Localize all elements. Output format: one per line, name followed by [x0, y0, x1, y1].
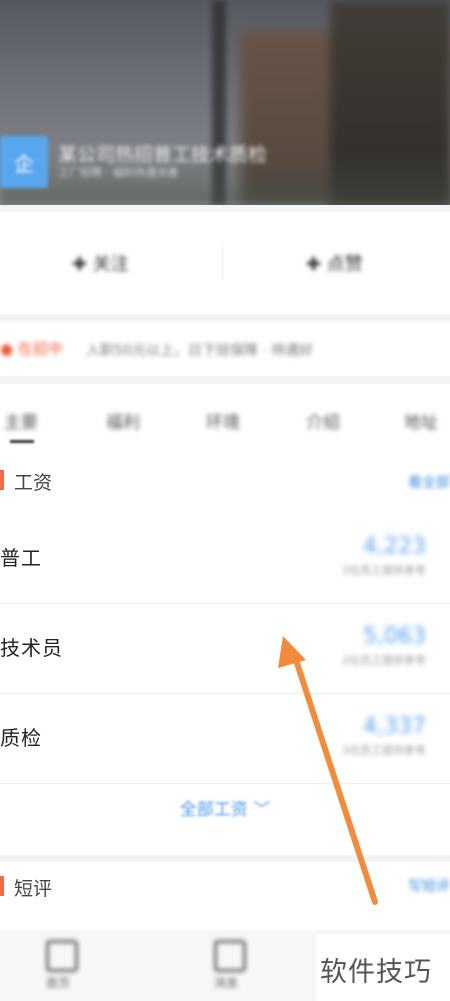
message-icon [214, 940, 246, 972]
salary-amount: 5,063 [363, 624, 426, 649]
action-divider [222, 246, 223, 280]
recruiting-notice[interactable]: ● 在招中 入职50元以上，日下班保障 · 待遇好 [0, 322, 450, 376]
tab-address[interactable]: 地址 [404, 408, 438, 433]
section-accent-mark [0, 876, 4, 896]
salary-section: 工资 看全部 普工 4,223 3位员工提供参考 技术员 5,063 2位员工提… [0, 450, 450, 855]
company-logo-char: 企 [14, 151, 34, 176]
job-title: 技术员 [0, 636, 63, 660]
salary-section-header: 工资 看全部 [0, 450, 450, 510]
action-bar: ✚ 关注 ✚ 点赞 [0, 212, 450, 314]
follow-button[interactable]: ✚ 关注 [72, 250, 129, 276]
nav-label: 消息 [213, 976, 238, 990]
faint-watermark: www.rjjq.cn [100, 895, 350, 928]
salary-note: 3位员工提供参考 [342, 744, 426, 757]
job-title: 普工 [0, 546, 42, 570]
company-header-banner: 企 某公司热招普工技术质检 工厂招聘 · 福利待遇完善 [0, 0, 450, 205]
section-accent-mark [0, 470, 4, 490]
recruiting-status-badge: ● 在招中 [0, 340, 63, 358]
tab-environment[interactable]: 环境 [206, 408, 240, 433]
row-divider [0, 783, 450, 784]
nav-label: 首页 [45, 976, 70, 990]
salary-amount: 4,337 [363, 714, 426, 739]
like-button[interactable]: ✚ 点赞 [306, 250, 363, 276]
salary-amount: 4,223 [363, 534, 426, 559]
tab-main[interactable]: 主要 [4, 408, 38, 433]
company-name: 某公司热招普工技术质检 [58, 144, 268, 166]
tab-benefits[interactable]: 福利 [106, 408, 140, 433]
write-review-link[interactable]: 写短评 [408, 876, 450, 896]
recruiting-notice-text: 入职50元以上，日下班保障 · 待遇好 [86, 343, 314, 359]
salary-more-link[interactable]: 看全部 [408, 472, 450, 492]
company-logo[interactable]: 企 [0, 136, 48, 188]
company-subtitle: 工厂招聘 · 福利待遇完善 [58, 166, 179, 179]
salary-row[interactable]: 技术员 5,063 2位员工提供参考 [0, 604, 450, 694]
review-section-title: 短评 [14, 878, 53, 900]
salary-section-title: 工资 [14, 472, 53, 494]
all-salary-button[interactable]: 全部工资 ﹀ [0, 795, 450, 820]
salary-row[interactable]: 普工 4,223 3位员工提供参考 [0, 514, 450, 604]
salary-note: 3位员工提供参考 [342, 564, 426, 577]
nav-item-message[interactable]: 消息 [196, 936, 256, 996]
tab-intro[interactable]: 介绍 [306, 408, 340, 433]
home-icon [46, 940, 78, 972]
nav-item-home[interactable]: 首页 [28, 936, 88, 996]
watermark-text: 软件技巧 [320, 957, 432, 988]
tab-active-indicator [10, 440, 34, 443]
salary-row[interactable]: 质检 4,337 3位员工提供参考 [0, 694, 450, 784]
section-tabs: 主要 福利 环境 介绍 地址 [0, 384, 450, 450]
salary-note: 2位员工提供参考 [342, 654, 426, 667]
job-title: 质检 [0, 726, 42, 750]
